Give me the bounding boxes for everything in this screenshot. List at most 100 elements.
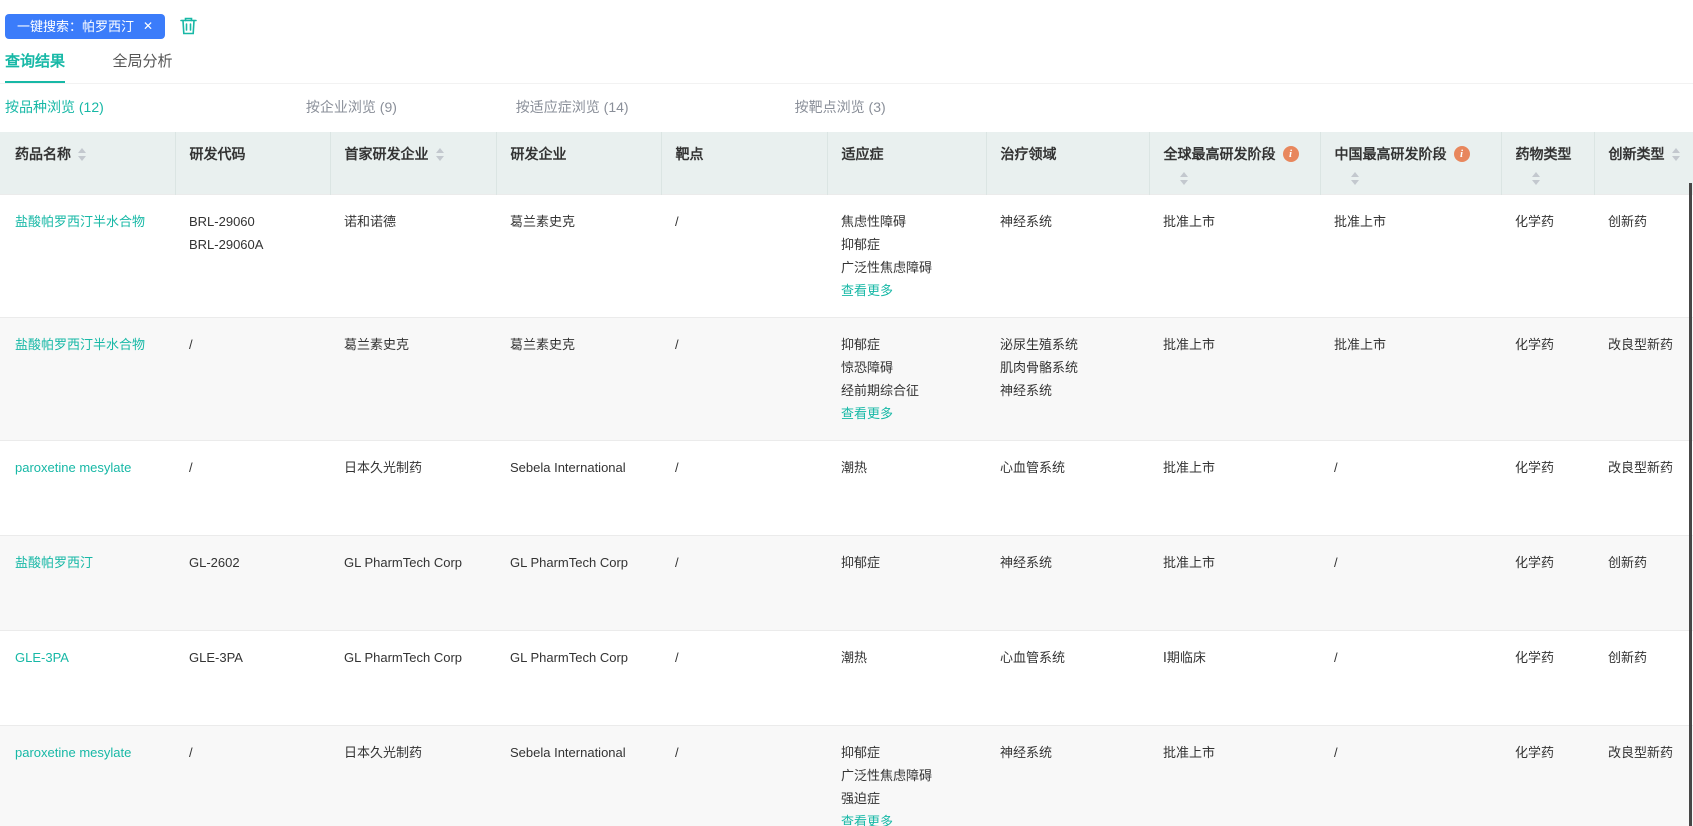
indication: 抑郁症 [841, 233, 976, 256]
tab-global-analysis[interactable]: 全局分析 [112, 50, 215, 83]
column-header-drug-type[interactable]: 药物类型 [1501, 132, 1594, 194]
target: / [675, 456, 817, 479]
table-row: paroxetine mesylate/日本久光制药Sebela Interna… [0, 440, 1693, 535]
sort-icon[interactable] [1532, 172, 1540, 185]
column-header-drug-name[interactable]: 药品名称 [0, 132, 175, 194]
china-highest-stage: / [1334, 741, 1491, 764]
column-label: 全球最高研发阶段 [1164, 144, 1276, 164]
filter-bar: 一键搜索：帕罗西汀 ✕ [0, 0, 1693, 41]
innovation-type: 创新药 [1608, 210, 1693, 233]
table-row: 盐酸帕罗西汀半水合物BRL-29060BRL-29060A诺和诺德葛兰素史克/焦… [0, 194, 1693, 317]
subtab-by-target[interactable]: 按靶点浏览 (3) [795, 97, 886, 117]
column-header-target[interactable]: 靶点 [661, 132, 827, 194]
drug-type: 化学药 [1515, 741, 1584, 764]
sort-icon[interactable] [1672, 148, 1680, 161]
first-developer: GL PharmTech Corp [344, 551, 486, 574]
target: / [675, 551, 817, 574]
column-header-developer[interactable]: 研发企业 [496, 132, 661, 194]
global-highest-stage: Ⅰ期临床 [1163, 646, 1310, 669]
indication: 潮热 [841, 646, 976, 669]
developer: GL PharmTech Corp [510, 646, 651, 669]
column-header-first-developer[interactable]: 首家研发企业 [330, 132, 496, 194]
indication: 抑郁症 [841, 551, 976, 574]
main-tabbar: 查询结果 全局分析 [0, 50, 1693, 84]
therapy-area: 泌尿生殖系统 [1000, 333, 1139, 356]
column-label: 靶点 [676, 144, 704, 164]
sort-icon[interactable] [436, 148, 444, 161]
innovation-type: 改良型新药 [1608, 741, 1693, 764]
target: / [675, 210, 817, 233]
global-highest-stage: 批准上市 [1163, 741, 1310, 764]
sort-icon[interactable] [1351, 172, 1359, 185]
column-header-rd-code[interactable]: 研发代码 [175, 132, 330, 194]
china-highest-stage: 批准上市 [1334, 333, 1491, 356]
column-label: 药物类型 [1516, 144, 1572, 164]
first-developer: 诺和诺德 [344, 210, 486, 233]
rd-code: / [189, 741, 320, 764]
first-developer: 葛兰素史克 [344, 333, 486, 356]
target: / [675, 333, 817, 356]
drug-name-link[interactable]: paroxetine mesylate [15, 741, 131, 764]
therapy-area: 神经系统 [1000, 741, 1139, 764]
drug-type: 化学药 [1515, 333, 1584, 356]
info-icon[interactable]: i [1283, 146, 1299, 162]
column-header-innovation-type[interactable]: 创新类型 [1594, 132, 1693, 194]
results-table: 药品名称 研发代码 首家研发企业 研发企业 靶点 适应症 [0, 132, 1693, 826]
column-label: 药品名称 [15, 144, 71, 164]
view-more-link[interactable]: 查看更多 [841, 279, 893, 302]
sort-icon[interactable] [78, 148, 86, 161]
first-developer: 日本久光制药 [344, 456, 486, 479]
column-label: 研发企业 [511, 144, 567, 164]
scrollbar[interactable] [1689, 183, 1692, 826]
china-highest-stage: 批准上市 [1334, 210, 1491, 233]
view-more-link[interactable]: 查看更多 [841, 810, 893, 826]
global-highest-stage: 批准上市 [1163, 551, 1310, 574]
developer: 葛兰素史克 [510, 210, 651, 233]
global-highest-stage: 批准上市 [1163, 333, 1310, 356]
column-header-china-stage[interactable]: 中国最高研发阶段 i [1320, 132, 1501, 194]
drug-name-link[interactable]: 盐酸帕罗西汀 [15, 551, 93, 574]
rd-code: GLE-3PA [189, 646, 320, 669]
column-header-indication[interactable]: 适应症 [827, 132, 986, 194]
column-label: 适应症 [842, 144, 884, 164]
drug-name-link[interactable]: 盐酸帕罗西汀半水合物 [15, 210, 145, 233]
drug-name-link[interactable]: GLE-3PA [15, 646, 69, 669]
subtab-by-variety[interactable]: 按品种浏览 (12) [5, 97, 302, 117]
developer: GL PharmTech Corp [510, 551, 651, 574]
drug-type: 化学药 [1515, 551, 1584, 574]
sort-icon[interactable] [1180, 172, 1188, 185]
therapy-area: 心血管系统 [1000, 646, 1139, 669]
indication: 广泛性焦虑障碍 [841, 256, 976, 279]
first-developer: GL PharmTech Corp [344, 646, 486, 669]
china-highest-stage: / [1334, 646, 1491, 669]
column-label: 首家研发企业 [345, 144, 429, 164]
indication: 经前期综合征 [841, 379, 976, 402]
column-header-global-stage[interactable]: 全球最高研发阶段 i [1149, 132, 1320, 194]
column-label: 创新类型 [1609, 144, 1665, 164]
indication: 抑郁症 [841, 741, 976, 764]
rd-code: / [189, 456, 320, 479]
clear-filters-button[interactable] [179, 16, 198, 36]
view-more-link[interactable]: 查看更多 [841, 402, 893, 425]
indication: 广泛性焦虑障碍 [841, 764, 976, 787]
target: / [675, 646, 817, 669]
developer: 葛兰素史克 [510, 333, 651, 356]
search-tag[interactable]: 一键搜索：帕罗西汀 ✕ [5, 14, 165, 39]
subtab-by-indication[interactable]: 按适应症浏览 (14) [516, 97, 791, 117]
tab-label: 全局分析 [112, 50, 172, 83]
subtab-by-company[interactable]: 按企业浏览 (9) [306, 97, 512, 117]
drug-type: 化学药 [1515, 456, 1584, 479]
indication: 抑郁症 [841, 333, 976, 356]
innovation-type: 改良型新药 [1608, 333, 1693, 356]
tag-close-icon[interactable]: ✕ [143, 20, 153, 32]
global-highest-stage: 批准上市 [1163, 210, 1310, 233]
drug-name-link[interactable]: paroxetine mesylate [15, 456, 131, 479]
drug-type: 化学药 [1515, 646, 1584, 669]
drug-name-link[interactable]: 盐酸帕罗西汀半水合物 [15, 333, 145, 356]
column-header-therapy-area[interactable]: 治疗领域 [986, 132, 1149, 194]
therapy-area: 神经系统 [1000, 210, 1139, 233]
table-row: 盐酸帕罗西汀GL-2602GL PharmTech CorpGL PharmTe… [0, 535, 1693, 630]
info-icon[interactable]: i [1454, 146, 1470, 162]
search-tag-label: 一键搜索：帕罗西汀 [17, 20, 134, 33]
tab-query-results[interactable]: 查询结果 [5, 50, 108, 83]
